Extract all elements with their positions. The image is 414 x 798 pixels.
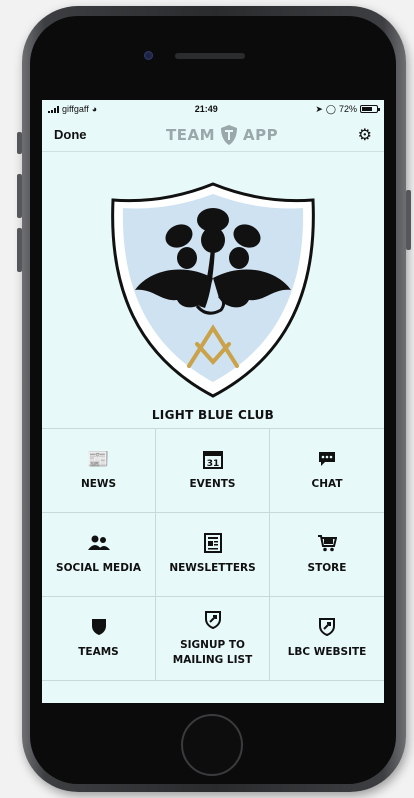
status-left: giffgaff ◕: [48, 104, 97, 114]
tile-social-media[interactable]: SOCIAL MEDIA: [42, 513, 156, 597]
club-crest-logo: [111, 182, 315, 398]
tile-label: EVENTS: [189, 478, 236, 491]
signal-icon: [48, 105, 59, 113]
done-button[interactable]: Done: [54, 127, 87, 142]
volume-up-button: [17, 174, 22, 218]
tile-label: SOCIAL MEDIA: [56, 562, 141, 575]
app-screen: giffgaff ◕ 21:49 ➤ ◯ 72% Done TEAM APP ⚙: [42, 100, 384, 703]
team-app-shield-icon: [221, 124, 238, 145]
carrier-label: giffgaff: [62, 104, 89, 114]
shield-link-icon: [319, 617, 335, 637]
mute-switch: [17, 132, 22, 154]
tile-label: SIGNUP TO MAILING LIST: [172, 639, 253, 666]
tile-label: CHAT: [311, 478, 343, 491]
power-button: [406, 190, 411, 250]
people-icon: [87, 533, 110, 553]
home-button[interactable]: [181, 714, 243, 776]
tile-lbc-website[interactable]: LBC WEBSITE: [270, 597, 384, 681]
alarm-icon: ◯: [325, 103, 336, 114]
front-camera: [144, 51, 153, 60]
tile-label: NEWS: [80, 478, 117, 491]
settings-gear-icon[interactable]: ⚙: [358, 125, 372, 145]
tile-events[interactable]: 31 EVENTS: [156, 429, 270, 513]
tile-label: NEWSLETTERS: [169, 562, 256, 575]
battery-icon: [360, 105, 380, 113]
club-name: LIGHT BLUE CLUB: [151, 408, 275, 422]
svg-text:31: 31: [206, 459, 219, 469]
menu-grid: 📰 NEWS 31 EVENTS CHAT SOCIAL MEDIA NEWSL…: [42, 428, 384, 681]
shield-icon: [91, 617, 107, 637]
tile-teams[interactable]: TEAMS: [42, 597, 156, 681]
cart-icon: [317, 533, 337, 553]
earpiece-speaker: [175, 53, 245, 59]
tile-news[interactable]: 📰 NEWS: [42, 429, 156, 513]
calendar-icon: 31: [202, 449, 223, 470]
brand-right-text: APP: [243, 125, 279, 144]
status-right: ➤ ◯ 72%: [315, 103, 380, 115]
tile-store[interactable]: STORE: [270, 513, 384, 597]
team-app-logo: TEAM APP: [166, 124, 278, 146]
tile-label: TEAMS: [78, 646, 119, 659]
tile-label: STORE: [307, 562, 347, 575]
volume-down-button: [17, 228, 22, 272]
tile-label: LBC WEBSITE: [287, 646, 367, 659]
status-bar: giffgaff ◕ 21:49 ➤ ◯ 72%: [42, 100, 384, 118]
wifi-icon: ◕: [91, 104, 98, 114]
club-crest-section: LIGHT BLUE CLUB: [42, 152, 384, 428]
battery-percent: 72%: [338, 104, 357, 114]
tile-newsletters[interactable]: NEWSLETTERS: [156, 513, 270, 597]
brand-left-text: TEAM: [166, 125, 216, 144]
navigation-bar: Done TEAM APP ⚙: [42, 118, 384, 152]
status-time: 21:49: [194, 104, 218, 114]
tile-chat[interactable]: CHAT: [270, 429, 384, 513]
chat-icon: [317, 449, 337, 469]
shield-link-icon: [204, 610, 221, 630]
newspaper-icon: 📰: [87, 449, 110, 470]
location-arrow-icon: ➤: [315, 103, 323, 114]
newsletter-icon: [203, 533, 222, 554]
tile-signup-mailing-list[interactable]: SIGNUP TO MAILING LIST: [156, 597, 270, 681]
